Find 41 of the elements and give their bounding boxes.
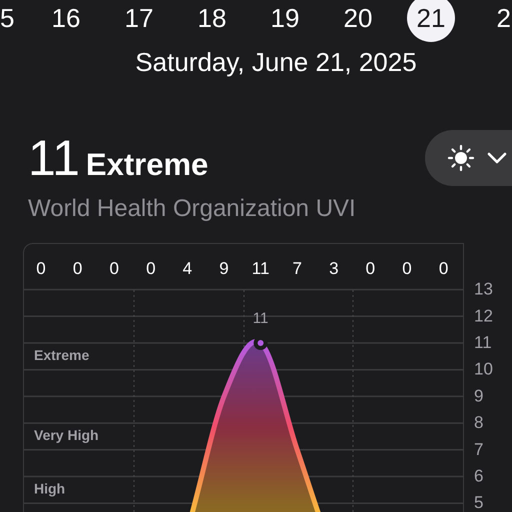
uv-zone-label: Extreme xyxy=(34,346,90,362)
date-title: Saturday, June 21, 2025 xyxy=(134,46,418,79)
sun-icon xyxy=(447,144,475,172)
metric-menu-button[interactable] xyxy=(425,130,512,186)
day-number[interactable]: 18 xyxy=(198,0,226,38)
day-number[interactable]: 17 xyxy=(124,0,154,38)
hourly-uv-value: 0 xyxy=(146,258,156,278)
hourly-uv-value: 4 xyxy=(182,258,192,278)
uv-source: World Health Organization UVI xyxy=(28,194,356,224)
hourly-uv-value: 0 xyxy=(438,258,448,278)
hourly-uv-value: 0 xyxy=(402,258,412,278)
hourly-uv-value: 0 xyxy=(72,258,82,278)
hourly-uv-value: 3 xyxy=(329,258,339,278)
y-axis-label: 5 xyxy=(474,492,484,512)
day-number[interactable]: 16 xyxy=(52,0,80,38)
hourly-uv-value: 7 xyxy=(292,258,302,278)
day-number[interactable]: 21 xyxy=(407,0,455,42)
peak-label: 11 xyxy=(252,310,268,326)
hourly-uv-value: 0 xyxy=(109,258,119,278)
y-axis-label: 11 xyxy=(474,332,492,352)
hourly-uv-value: 9 xyxy=(219,258,229,278)
day-number[interactable]: 5 xyxy=(0,0,14,38)
uv-value: 11 xyxy=(28,132,80,184)
y-axis-label: 7 xyxy=(474,439,484,458)
day-number[interactable]: 20 xyxy=(344,0,372,38)
uv-zone-label: Very High xyxy=(34,426,99,443)
y-axis-label: 9 xyxy=(474,386,484,405)
y-axis-label: 8 xyxy=(474,412,484,432)
y-axis-label: 10 xyxy=(474,359,493,378)
day-number[interactable]: 2 xyxy=(496,0,511,38)
uv-category: Extreme xyxy=(86,146,208,184)
peak-marker xyxy=(254,336,268,350)
uv-zone-label: High xyxy=(34,480,66,496)
y-axis-label: 6 xyxy=(474,466,484,485)
hourly-uv-value: 11 xyxy=(252,258,270,278)
y-axis-label: 12 xyxy=(474,306,493,325)
hourly-uv-value: 0 xyxy=(36,258,46,278)
chevron-down-icon xyxy=(487,152,507,164)
hourly-uv-value: 0 xyxy=(366,258,376,278)
day-number[interactable]: 19 xyxy=(270,0,300,38)
y-axis-label: 13 xyxy=(474,279,493,298)
